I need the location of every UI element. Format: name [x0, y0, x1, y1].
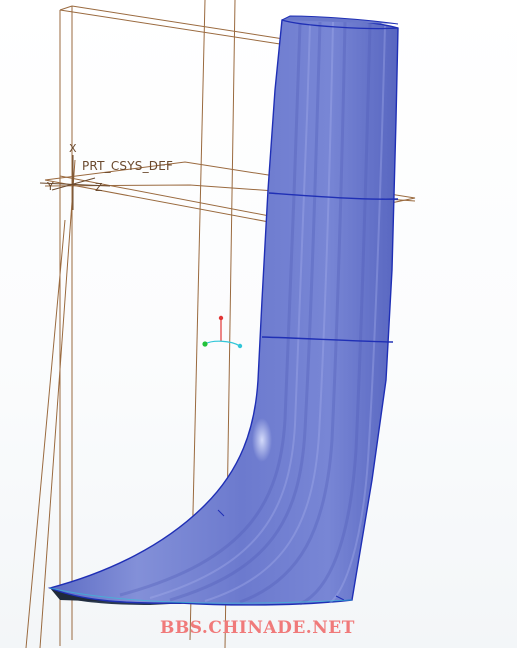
model-scene[interactable]	[0, 0, 517, 648]
surface-body[interactable]	[47, 15, 399, 606]
watermark-text: BBS.CHINADE.NET	[160, 618, 355, 638]
csys-name-label[interactable]: PRT_CSYS_DEF	[82, 159, 173, 173]
spin-center-icon	[202, 315, 243, 349]
graphics-viewport[interactable]: X Y Z PRT_CSYS_DEF BBS.CHINADE.NET	[0, 0, 517, 648]
csys-axis-z-label: Z	[95, 181, 103, 194]
csys-axis-x-label: X	[69, 142, 77, 155]
csys-axis-y-label: Y	[47, 180, 54, 193]
